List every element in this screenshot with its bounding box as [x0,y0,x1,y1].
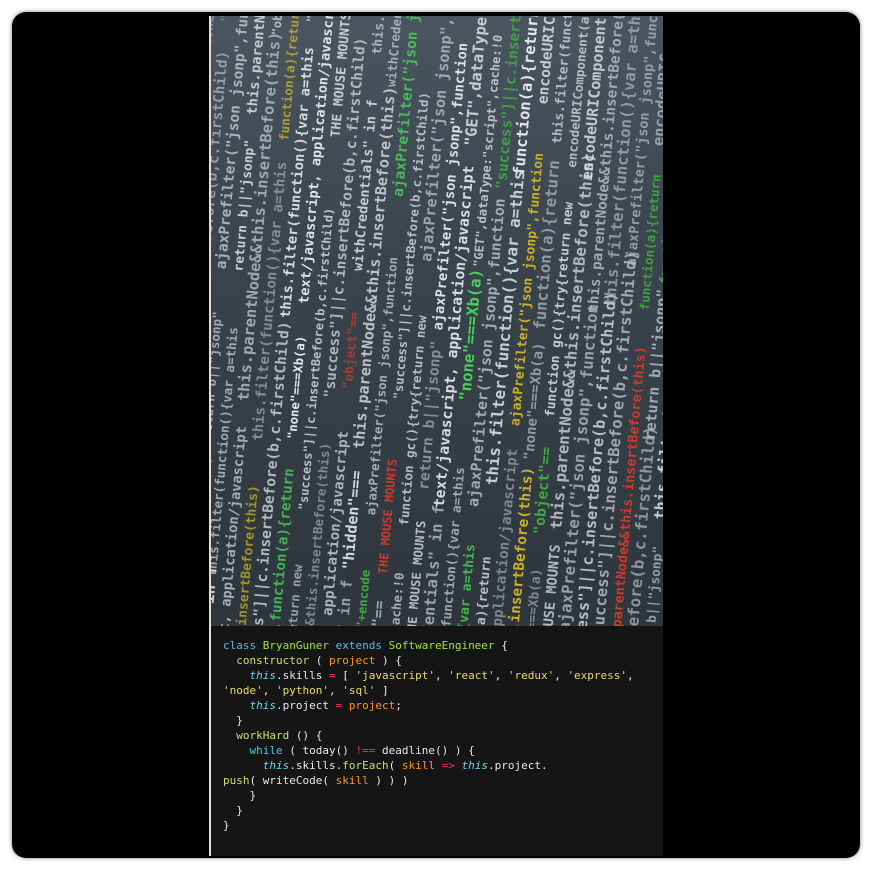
code-token: BryanGuner [262,639,336,652]
matrix-code-art: return b||"jsonp"visible=function(a){ret… [211,16,663,626]
code-token: forEach [342,759,389,772]
matrix-code-background: return b||"jsonp"visible=function(a){ret… [211,16,663,626]
code-token: , [627,669,634,682]
code-token: !== [355,744,382,757]
code-photo: return b||"jsonp"visible=function(a){ret… [209,16,663,856]
code-line: } [223,788,655,803]
code-token: SoftwareEngineer [388,639,502,652]
code-token: = [335,699,349,712]
code-token: skill [401,759,442,772]
code-token: 'redux' [507,669,555,682]
code-token: .skills. [289,759,343,772]
code-token: ; [395,699,402,712]
code-token: workHard [236,729,296,742]
code-token: , [434,669,449,682]
code-token: ( [315,654,329,667]
code-token: } [223,789,257,802]
image-viewer-frame: return b||"jsonp"visible=function(a){ret… [12,12,860,858]
code-line: class BryanGuner extends SoftwareEnginee… [223,638,655,653]
code-token: } [223,714,243,727]
code-token: extends [335,639,389,652]
code-token: deadline() ) { [381,744,475,757]
code-token: [ [342,669,356,682]
code-token: ( [388,759,402,772]
code-line: } [223,818,655,833]
code-token: 'javascript' [355,669,435,682]
code-line: workHard () { [223,728,655,743]
code-token: this [249,699,277,712]
code-token: , [554,669,568,682]
code-line: } [223,713,655,728]
code-token: .skills [276,669,329,682]
code-token: } [223,819,230,832]
code-token: { [501,639,508,652]
code-line: while ( today() !== deadline() ) { [223,743,655,758]
code-token: .project. [487,759,548,772]
code-token: push [223,774,250,787]
code-line: this.skills = [ 'javascript', 'react', '… [223,668,655,683]
code-token: () { [295,729,323,742]
code-token: => [441,759,462,772]
code-token: } [223,804,243,817]
code-snippet: class BryanGuner extends SoftwareEnginee… [211,628,663,856]
code-line: this.project = project; [223,698,655,713]
code-token: 'sql' [342,684,376,697]
code-token: , [494,669,508,682]
code-line: 'node', 'python', 'sql' ] [223,683,655,698]
code-token: constructor [236,654,316,667]
code-token: ( writeCode( [249,774,336,787]
code-token: project [348,699,396,712]
code-token: , [328,684,343,697]
code-token: 'node' [223,684,263,697]
code-token: 'react' [448,669,495,682]
code-line: this.skills.forEach( skill => this.proje… [223,758,655,773]
code-line: constructor ( project ) { [223,653,655,668]
code-token: ] [375,684,389,697]
code-token: this [249,669,277,682]
code-token: class [223,639,263,652]
code-token: 'python' [276,684,329,697]
code-token: project [328,654,382,667]
code-token: ) { [381,654,402,667]
code-token: .project [276,699,336,712]
code-token: this [461,759,488,772]
code-token: this [262,759,290,772]
code-token: 'express' [567,669,628,682]
code-token: = [328,669,343,682]
code-line: } [223,803,655,818]
code-token: skill [335,774,376,787]
matrix-columns: return b||"jsonp"visible=function(a){ret… [211,16,663,626]
code-token: , [262,684,276,697]
code-line: push( writeCode( skill ) ) ) [223,773,655,788]
code-token: while [249,744,290,757]
code-token: ) ) ) [375,774,409,787]
code-token: ( today() [289,744,356,757]
